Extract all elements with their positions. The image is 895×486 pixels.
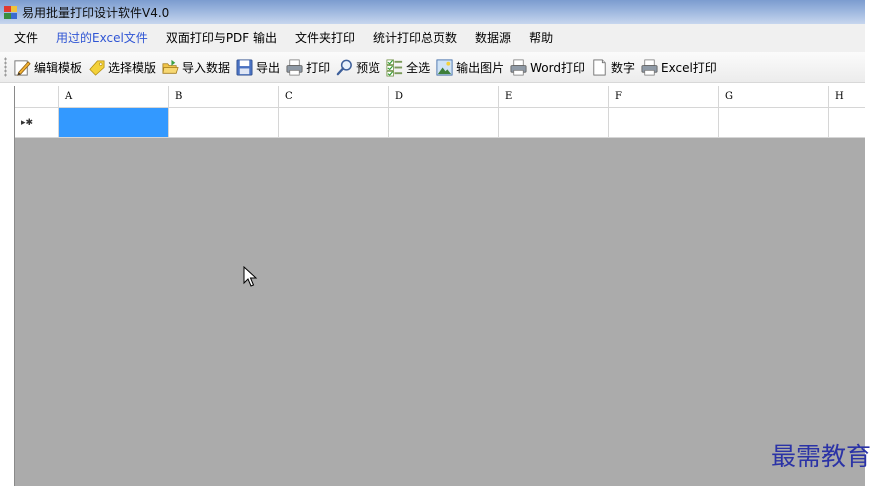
title-bar[interactable]: 易用批量打印设计软件V4.0 — [0, 0, 865, 24]
select-template-button[interactable]: 选择模版 — [85, 54, 159, 80]
preview-label: 预览 — [356, 60, 381, 75]
mouse-cursor-icon — [243, 266, 258, 287]
picture-icon — [436, 58, 453, 76]
blank-page-icon — [593, 58, 606, 76]
print-button[interactable]: 打印 — [283, 54, 333, 80]
new-row: ▸✱ — [15, 108, 866, 138]
menu-duplex-pdf[interactable]: 双面打印与PDF 输出 — [157, 26, 286, 50]
word-print-label: Word打印 — [530, 60, 585, 75]
select-all-corner[interactable] — [15, 86, 59, 108]
export-button[interactable]: 导出 — [233, 54, 283, 80]
column-header-a[interactable]: A — [59, 86, 169, 108]
window-title: 易用批量打印设计软件V4.0 — [22, 5, 170, 20]
select-all-label: 全选 — [406, 60, 431, 75]
column-header-f[interactable]: F — [609, 86, 719, 108]
export-image-label: 输出图片 — [456, 60, 505, 75]
checklist-icon — [386, 59, 403, 76]
column-header-g[interactable]: G — [719, 86, 829, 108]
open-folder-icon — [162, 59, 179, 74]
grid-cell-g1[interactable] — [719, 108, 829, 138]
column-header-e[interactable]: E — [499, 86, 609, 108]
app-icon[interactable] — [4, 5, 17, 19]
new-row-marker[interactable]: ▸✱ — [15, 108, 59, 138]
pencil-icon — [14, 59, 31, 76]
menu-recent-excel[interactable]: 用过的Excel文件 — [47, 26, 157, 50]
select-all-button[interactable]: 全选 — [383, 54, 433, 80]
import-data-label: 导入数据 — [182, 60, 231, 75]
printer-icon — [510, 59, 527, 75]
data-grid[interactable]: A B C D E F G H ▸✱ — [14, 86, 866, 486]
tag-icon — [89, 59, 105, 76]
menu-data-source[interactable]: 数据源 — [466, 26, 520, 50]
grid-cell-e1[interactable] — [499, 108, 609, 138]
menu-file[interactable]: 文件 — [0, 26, 47, 50]
column-header-row: A B C D E F G H — [15, 86, 866, 108]
printer-icon — [641, 59, 658, 75]
edit-template-label: 编辑模板 — [34, 60, 83, 75]
preview-button[interactable]: 预览 — [333, 54, 383, 80]
floppy-disk-icon — [236, 59, 253, 75]
import-data-button[interactable]: 导入数据 — [159, 54, 233, 80]
select-template-label: 选择模版 — [108, 60, 157, 75]
printer-icon — [286, 59, 303, 75]
grid-cell-a1[interactable] — [59, 108, 169, 138]
grid-cell-c1[interactable] — [279, 108, 389, 138]
column-header-c[interactable]: C — [279, 86, 389, 108]
menu-bar: 文件 用过的Excel文件 双面打印与PDF 输出 文件夹打印 统计打印总页数 … — [0, 24, 865, 52]
grid-cell-h1[interactable] — [829, 108, 866, 138]
edit-template-button[interactable]: 编辑模板 — [11, 54, 85, 80]
menu-count-pages[interactable]: 统计打印总页数 — [364, 26, 466, 50]
grid-cell-d1[interactable] — [389, 108, 499, 138]
print-label: 打印 — [306, 60, 331, 75]
column-header-d[interactable]: D — [389, 86, 499, 108]
excel-print-button[interactable]: Excel打印 — [638, 54, 720, 80]
window-edge — [865, 0, 895, 486]
grid-cell-f1[interactable] — [609, 108, 719, 138]
column-header-h[interactable]: H — [829, 86, 866, 108]
word-print-button[interactable]: Word打印 — [507, 54, 588, 80]
grid-cell-b1[interactable] — [169, 108, 279, 138]
menu-folder-print[interactable]: 文件夹打印 — [286, 26, 364, 50]
number-button[interactable]: 数字 — [588, 54, 638, 80]
number-label: 数字 — [610, 60, 635, 75]
toolbar: 编辑模板 选择模版 导入数据 导出 打印 预览 全选 输出图片 Word打印 数… — [0, 52, 865, 83]
export-image-button[interactable]: 输出图片 — [433, 54, 507, 80]
menu-help[interactable]: 帮助 — [520, 26, 562, 50]
toolbar-grip[interactable] — [4, 57, 7, 77]
watermark-text: 最需教育 — [771, 442, 872, 471]
column-header-b[interactable]: B — [169, 86, 279, 108]
excel-print-label: Excel打印 — [661, 60, 717, 75]
export-label: 导出 — [256, 60, 281, 75]
magnifier-icon — [336, 59, 352, 75]
